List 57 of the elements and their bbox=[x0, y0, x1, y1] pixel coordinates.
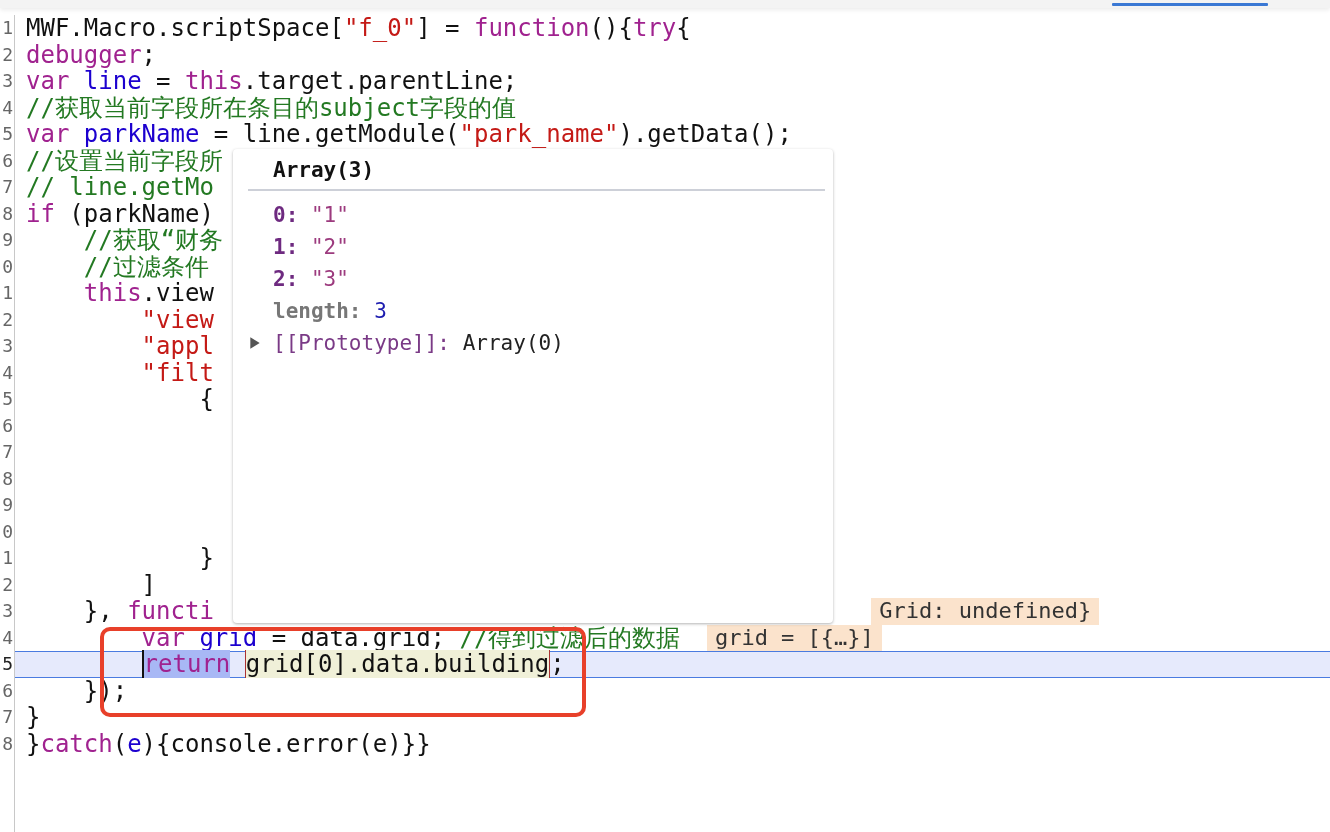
line-number: 1 bbox=[1, 281, 14, 305]
code-line: "filt bbox=[140, 359, 214, 386]
line-number: 5 bbox=[1, 652, 14, 676]
line-number: 3 bbox=[1, 69, 14, 93]
code-line: } bbox=[198, 545, 214, 572]
code-line: ] bbox=[140, 571, 157, 598]
code-line: // line.getMo bbox=[26, 174, 214, 201]
line-number: 3 bbox=[1, 334, 14, 358]
line-number: 4 bbox=[1, 95, 14, 120]
code-line: }catch(e){console.error(e)}} bbox=[26, 730, 431, 757]
line-number: 2 bbox=[1, 307, 14, 332]
expand-triangle-icon[interactable] bbox=[249, 336, 261, 350]
code-line: { bbox=[198, 386, 214, 413]
line-number: 3 bbox=[1, 599, 14, 623]
line-number: 1 bbox=[1, 16, 14, 40]
code-line: MWF.Macro.scriptSpace["f_0"] = function(){try{ bbox=[26, 15, 691, 42]
line-number: 8 bbox=[1, 201, 14, 226]
code-line: }, functi bbox=[82, 598, 214, 625]
line-number: 2 bbox=[1, 42, 14, 67]
line-number: 4 bbox=[1, 625, 14, 650]
line-number: 7 bbox=[1, 440, 14, 464]
line-number: 6 bbox=[1, 678, 14, 703]
line-number: 1 bbox=[1, 546, 14, 570]
property-entry: 0: "1" bbox=[273, 203, 349, 227]
code-line: //设置当前字段所 bbox=[26, 147, 223, 174]
code-line: this.view bbox=[82, 280, 214, 307]
line-number: 7 bbox=[1, 175, 14, 199]
inline-value: grid = [{…}] bbox=[706, 624, 882, 651]
code-line: var line = this.target.parentLine; bbox=[26, 68, 518, 95]
line-number: 2 bbox=[1, 572, 14, 597]
line-number: 4 bbox=[1, 360, 14, 385]
code-line: debugger; bbox=[26, 41, 157, 68]
line-number: 6 bbox=[1, 148, 14, 173]
line-number: 8 bbox=[1, 466, 14, 491]
code-line: "view bbox=[140, 306, 214, 333]
line-number: 6 bbox=[1, 413, 14, 438]
property-entry: [[Prototype]]: Array(0) bbox=[273, 331, 564, 355]
code-line: } bbox=[26, 704, 41, 731]
line-number: 8 bbox=[1, 731, 14, 756]
line-number: 5 bbox=[1, 387, 14, 411]
property-entry: 2: "3" bbox=[273, 267, 349, 291]
property-entry: length: 3 bbox=[273, 299, 387, 323]
code-line: var parkName = line.getModule("park_name").getData(); bbox=[26, 121, 792, 148]
line-number: 0 bbox=[1, 254, 14, 279]
code-line: //过滤条件 bbox=[82, 253, 209, 280]
line-number: 9 bbox=[1, 493, 14, 517]
code-line: "appl bbox=[140, 333, 214, 360]
line-number: 5 bbox=[1, 122, 14, 146]
code-line: //获取“财务 bbox=[83, 227, 224, 254]
property-entry: 1: "2" bbox=[273, 235, 349, 259]
line-number: 0 bbox=[1, 519, 14, 544]
code-line: if (parkName) bbox=[26, 200, 214, 227]
popover-title: Array(3) bbox=[273, 157, 375, 184]
code-line: //获取当前字段所在条目的subject字段的值 bbox=[26, 94, 517, 121]
line-number: 9 bbox=[1, 228, 14, 252]
line-number: 7 bbox=[1, 705, 14, 729]
inline-value: Grid: undefined} bbox=[871, 598, 1100, 625]
